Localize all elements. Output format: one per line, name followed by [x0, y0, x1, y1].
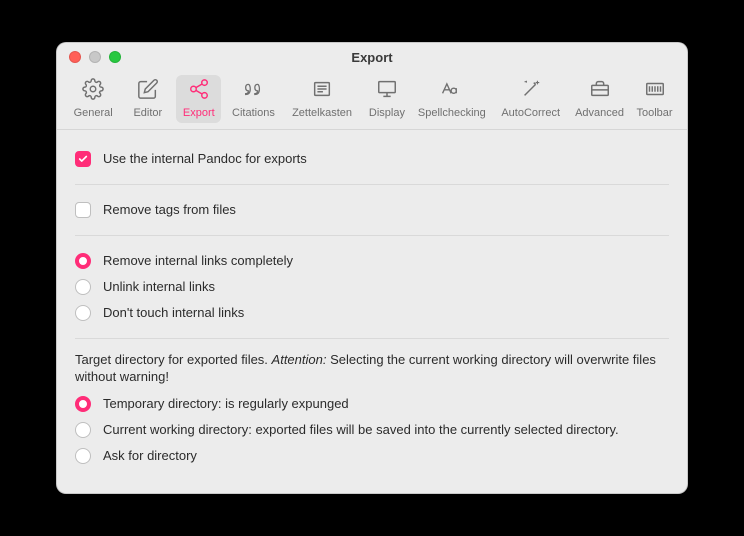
gear-icon: [82, 78, 104, 103]
checkbox[interactable]: [75, 202, 91, 218]
monitor-icon: [376, 78, 398, 103]
tab-spellchecking[interactable]: Spellchecking: [415, 75, 488, 123]
option-link-keep[interactable]: Don't touch internal links: [75, 300, 669, 326]
tab-autocorrect[interactable]: AutoCorrect: [494, 75, 567, 123]
tab-label: Zettelkasten: [292, 107, 352, 119]
tab-advanced[interactable]: Advanced: [573, 75, 626, 123]
toolbox-icon: [589, 78, 611, 103]
tab-label: Display: [369, 107, 405, 119]
tab-label: General: [74, 107, 113, 119]
tab-general[interactable]: General: [67, 75, 119, 123]
preferences-window: Export General Editor Export Citations: [56, 42, 688, 494]
option-label: Temporary directory: is regularly expung…: [103, 395, 349, 413]
option-label: Don't touch internal links: [103, 304, 244, 322]
option-label: Ask for directory: [103, 447, 197, 465]
titlebar: Export: [57, 43, 687, 71]
option-link-remove[interactable]: Remove internal links completely: [75, 248, 669, 274]
help-text-em: Attention:: [272, 352, 327, 367]
option-dir-temp[interactable]: Temporary directory: is regularly expung…: [75, 391, 669, 417]
tab-label: Citations: [232, 107, 275, 119]
window-title: Export: [57, 50, 687, 65]
tab-label: Spellchecking: [418, 107, 486, 119]
option-dir-ask[interactable]: Ask for directory: [75, 443, 669, 469]
tab-label: Editor: [133, 107, 162, 119]
note-icon: [311, 78, 333, 103]
quote-icon: [242, 78, 264, 103]
tab-editor[interactable]: Editor: [125, 75, 170, 123]
tab-label: Advanced: [575, 107, 624, 119]
radio[interactable]: [75, 422, 91, 438]
radio[interactable]: [75, 396, 91, 412]
tab-toolbar[interactable]: Toolbar: [632, 75, 677, 123]
tab-label: Export: [183, 107, 215, 119]
help-text-a: Target directory for exported files.: [75, 352, 272, 367]
radio[interactable]: [75, 448, 91, 464]
edit-icon: [137, 78, 159, 103]
target-dir-help: Target directory for exported files. Att…: [75, 351, 669, 385]
spellcheck-icon: [440, 78, 464, 103]
separator: [75, 235, 669, 236]
wand-icon: [520, 78, 542, 103]
tab-zettelkasten[interactable]: Zettelkasten: [286, 75, 359, 123]
tab-bar: General Editor Export Citations Zettelka…: [57, 71, 687, 130]
radio[interactable]: [75, 305, 91, 321]
option-label: Current working directory: exported file…: [103, 421, 619, 439]
option-label: Use the internal Pandoc for exports: [103, 150, 307, 168]
tab-citations[interactable]: Citations: [227, 75, 279, 123]
separator: [75, 184, 669, 185]
checkbox[interactable]: [75, 151, 91, 167]
share-icon: [188, 78, 210, 103]
option-dir-cwd[interactable]: Current working directory: exported file…: [75, 417, 669, 443]
radio[interactable]: [75, 279, 91, 295]
barcode-icon: [644, 78, 666, 103]
option-label: Remove tags from files: [103, 201, 236, 219]
tab-display[interactable]: Display: [364, 75, 409, 123]
tab-label: AutoCorrect: [501, 107, 560, 119]
option-remove-tags[interactable]: Remove tags from files: [75, 197, 669, 223]
tab-export[interactable]: Export: [176, 75, 221, 123]
tab-label: Toolbar: [636, 107, 672, 119]
export-pane: Use the internal Pandoc for exports Remo…: [57, 130, 687, 493]
separator: [75, 338, 669, 339]
option-label: Remove internal links completely: [103, 252, 293, 270]
option-link-unlink[interactable]: Unlink internal links: [75, 274, 669, 300]
option-internal-pandoc[interactable]: Use the internal Pandoc for exports: [75, 146, 669, 172]
option-label: Unlink internal links: [103, 278, 215, 296]
radio[interactable]: [75, 253, 91, 269]
